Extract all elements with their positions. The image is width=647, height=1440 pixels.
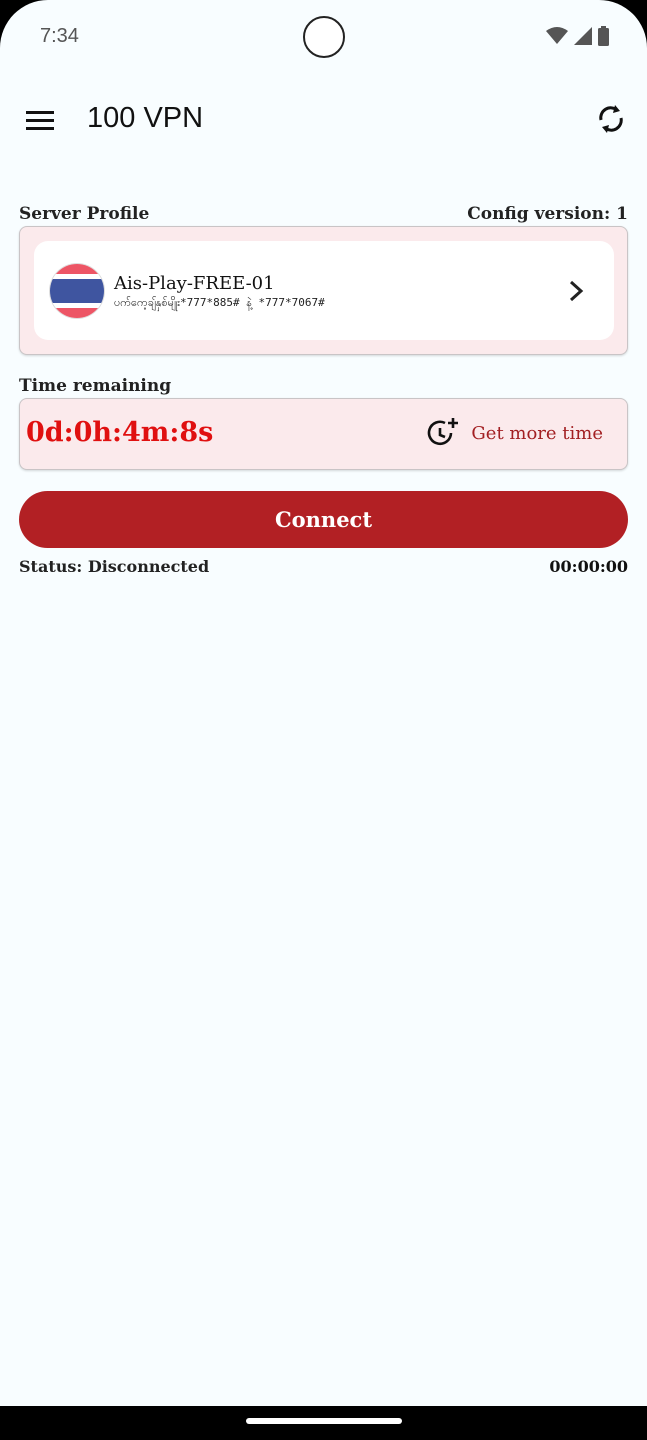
connect-button[interactable]: Connect (19, 491, 628, 548)
connection-status: Status: Disconnected (19, 557, 210, 576)
get-more-time-label: Get more time (471, 422, 603, 444)
server-name: Ais-Play-FREE-01 (114, 273, 275, 294)
navigation-bar (0, 1406, 647, 1440)
refresh-icon[interactable] (593, 100, 629, 138)
config-version-label: Config version: 1 (467, 204, 628, 224)
home-gesture-handle[interactable] (246, 1418, 402, 1424)
thailand-flag-icon (50, 264, 104, 318)
chevron-right-icon (569, 280, 584, 302)
server-detail: ပက်ကေ့ချ်နှစ်မျိုး*777*885# နဲ့ *777*706… (114, 296, 325, 309)
time-remaining-value: 0d:0h:4m:8s (26, 417, 214, 448)
time-remaining-label: Time remaining (19, 376, 172, 396)
add-time-icon (428, 418, 459, 446)
phone-screen: 7:34 100 VPN Server Profile Config versi… (0, 0, 647, 1440)
system-icons (546, 26, 609, 46)
status-bar: 7:34 (0, 0, 647, 72)
signal-icon (574, 27, 592, 45)
menu-icon[interactable] (22, 104, 58, 136)
wifi-icon (546, 27, 568, 44)
app-title: 100 VPN (87, 102, 204, 134)
status-clock: 7:34 (40, 25, 79, 47)
app-bar: 100 VPN (0, 84, 647, 156)
get-more-time-button[interactable]: Get more time (427, 417, 603, 449)
connection-timer: 00:00:00 (549, 557, 628, 576)
server-profile-selector[interactable]: Ais-Play-FREE-01 ပက်ကေ့ချ်နှစ်မျိုး*777*… (34, 241, 614, 340)
server-profile-card: Ais-Play-FREE-01 ပက်ကေ့ချ်နှစ်မျိုး*777*… (19, 226, 628, 355)
camera-cutout (303, 16, 345, 58)
time-remaining-card: 0d:0h:4m:8s Get more time (19, 398, 628, 470)
server-profile-label: Server Profile (19, 204, 150, 224)
battery-icon (598, 26, 609, 46)
